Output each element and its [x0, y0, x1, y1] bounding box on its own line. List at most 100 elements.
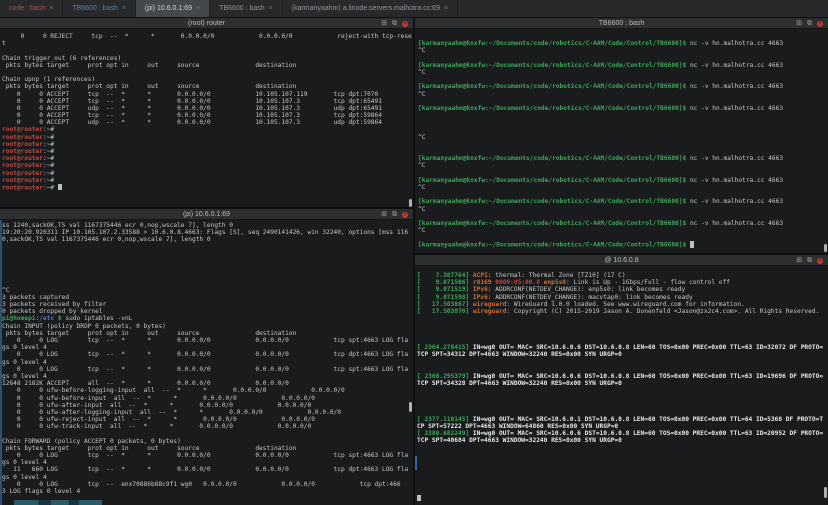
popout-icon[interactable]: ⧉ [807, 20, 812, 27]
terminal-line: 0 0 ufw-before-input all -- * * 0.0.0.0/… [2, 395, 413, 402]
cursor [690, 241, 694, 247]
scrollbar[interactable] [409, 402, 412, 412]
pane-header-10-6-0-8: @ 10.6.0.8 ⊞ ⧉ × [415, 255, 828, 266]
popout-icon[interactable]: ⧉ [807, 257, 812, 264]
tab[interactable]: (pi) 10.6.0.1:69 × [136, 0, 210, 17]
terminal-line: TCP SPT=34328 DPT=4663 WINDOW=32240 RES=… [417, 380, 828, 387]
terminal-line: pkts bytes target prot opt in out source… [2, 330, 413, 337]
terminal-line: pi@homepi:/etc $ sudo iptables -vnL [2, 315, 413, 322]
scrollbar[interactable] [824, 487, 827, 498]
terminal-line: [karmanyaahm@knxfw:~/Documents/code/robo… [418, 241, 828, 248]
cursor [417, 495, 421, 501]
pane-header-pi: (pi) 10.6.0.1:69 ⊞ ⧉ × [0, 209, 413, 220]
terminal-line: [ 9.071506] r8169 0000:05:00.0 enp5s0: L… [417, 279, 828, 286]
pane-header-tb6600: TB6600 : bash ⊞ ⧉ × [415, 18, 828, 29]
tab[interactable]: (karmanyaahm) a.linode.servers.malhotra.… [283, 0, 458, 17]
terminal-line: pkts bytes target prot opt in out source… [2, 62, 413, 69]
terminator-window: code : bash×TB6600 : bash×(pi) 10.6.0.1:… [0, 0, 828, 505]
terminal-line [417, 387, 828, 394]
pane-title: TB6600 : bash [599, 20, 645, 27]
tab-label: (pi) 10.6.0.1:69 [145, 5, 192, 12]
tab[interactable]: code : bash × [0, 0, 63, 17]
terminal-line: ^C [418, 47, 828, 54]
selection-fragment [14, 500, 102, 505]
terminal-line: [ 2377.110145] IN=wg0 OUT= MAC= SRC=10.6… [417, 416, 828, 423]
close-icon[interactable]: × [817, 258, 823, 264]
tab-close-icon[interactable]: × [49, 5, 53, 12]
terminal-line [417, 488, 828, 495]
group-grid-icon[interactable]: ⊞ [381, 211, 387, 218]
terminal-line: Chain INPUT (policy DROP 0 packets, 0 by… [2, 323, 413, 330]
group-grid-icon[interactable]: ⊞ [381, 20, 387, 27]
terminal-line: [karmanyaahm@knxfw:~/Documents/code/robo… [418, 155, 828, 162]
group-grid-icon[interactable]: ⊞ [796, 20, 802, 27]
terminal-line: t [2, 40, 413, 47]
terminal-line [2, 280, 413, 287]
terminal-line: [ 7.387764] ACPI: thermal: Thermal Zone … [417, 272, 828, 279]
tab-label: TB6600 : bash [72, 5, 118, 12]
popout-icon[interactable]: ⧉ [392, 211, 397, 218]
terminal-line: 0 0 ufw-after-logging-input all -- * * 0… [2, 409, 413, 416]
popout-icon[interactable]: ⧉ [392, 20, 397, 27]
terminal-line: 0 0 ufw-after-input all -- * * 0.0.0.0/0… [2, 402, 413, 409]
pane-title: (pi) 10.6.0.1:69 [183, 211, 230, 218]
terminal-line [417, 401, 828, 408]
terminal-line [417, 394, 828, 401]
terminal-line: 0 0 ufw-reject-input all -- * * 0.0.0.0/… [2, 416, 413, 423]
focus-edge-highlight [0, 220, 2, 505]
tab-close-icon[interactable]: × [269, 5, 273, 12]
terminal-line: TCP SPT=40684 DPT=4663 WINDOW=32240 RES=… [417, 437, 828, 444]
terminal-line [417, 466, 828, 473]
terminal-line [418, 126, 828, 133]
tab-close-icon[interactable]: × [196, 5, 200, 12]
terminal-line: Chain trigger_out (6 references) [2, 55, 413, 62]
group-grid-icon[interactable]: ⊞ [796, 257, 802, 264]
close-icon[interactable]: × [402, 212, 408, 218]
terminal-output-root-router[interactable]: 0 0 REJECT tcp -- * * 0.0.0.0/0 0.0.0.0/… [0, 29, 413, 207]
terminal-line: root@router:~# [2, 170, 413, 177]
close-icon[interactable]: × [402, 21, 408, 27]
terminal-line: ^C [418, 91, 828, 98]
scrollbar[interactable] [824, 244, 827, 252]
terminal-line: [karmanyaahm@knxfw:~/Documents/code/robo… [418, 40, 828, 47]
terminal-line [417, 473, 828, 480]
selection-fragment [415, 456, 417, 470]
terminal-line [418, 55, 828, 62]
scrollbar[interactable] [409, 199, 412, 207]
terminal-line: [ 9.071519] IPv6: ADDRCONF(NETDEV_CHANGE… [417, 286, 828, 293]
tab-close-icon[interactable]: × [444, 5, 448, 12]
terminal-line: root@router:~# [2, 134, 413, 141]
terminal-line: 0 0 LOG tcp -- * * 0.0.0.0/0 0.0.0.0/0 t… [2, 351, 413, 358]
tab-label: code : bash [9, 5, 45, 12]
terminal-line: ^C [418, 134, 828, 141]
terminal-line [2, 265, 413, 272]
terminal-output-pi[interactable]: ss 1240,sackOK,TS val 1167375446 ecr 0,n… [0, 220, 413, 505]
tab-bar: code : bash×TB6600 : bash×(pi) 10.6.0.1:… [0, 0, 828, 18]
terminal-line: ^C [418, 162, 828, 169]
terminal-line: root@router:~# [2, 162, 413, 169]
tab-close-icon[interactable]: × [122, 5, 126, 12]
terminal-line: root@router:~# [2, 126, 413, 133]
terminal-line [417, 452, 828, 459]
pane-title: (root) router [188, 20, 225, 27]
terminal-line [418, 112, 828, 119]
tab[interactable]: TB6600 : bash× [210, 0, 283, 17]
pane-header-root-router: (root) router ⊞ ⧉ × [0, 18, 413, 29]
terminal-line: [ 2368.295379] IN=wg0 OUT= MAC= SRC=10.6… [417, 373, 828, 380]
terminal-line: CP SPT=57222 DPT=4663 WINDOW=64860 RES=0… [417, 423, 828, 430]
terminal-line: pkts bytes target prot opt in out source… [2, 445, 413, 452]
terminal-line: 0 0 ACCEPT tcp -- * * 0.0.0.0/0 10.105.1… [2, 112, 413, 119]
terminal-line: [karmanyaahm@knxfw:~/Documents/code/robo… [418, 220, 828, 227]
terminal-line: [karmanyaahm@knxfw:~/Documents/code/robo… [418, 62, 828, 69]
terminal-line: 0 0 ACCEPT tcp -- * * 0.0.0.0/0 10.105.1… [2, 98, 413, 105]
terminal-line: ^C [418, 69, 828, 76]
terminal-line [417, 495, 828, 502]
terminal-output-tb6600[interactable]: [karmanyaahm@knxfw:~/Documents/code/robo… [415, 29, 828, 253]
terminal-line: [ 17.503870] wireguard: Copyright (C) 20… [417, 308, 828, 315]
tab[interactable]: TB6600 : bash × [63, 0, 136, 17]
terminal-output-10-6-0-8[interactable]: [ 7.387764] ACPI: thermal: Thermal Zone … [415, 266, 828, 505]
terminal-line: gs 0 level 4 [2, 474, 413, 481]
terminal-line: root@router:~# [2, 155, 413, 162]
close-icon[interactable]: × [817, 21, 823, 27]
terminal-line [417, 409, 828, 416]
